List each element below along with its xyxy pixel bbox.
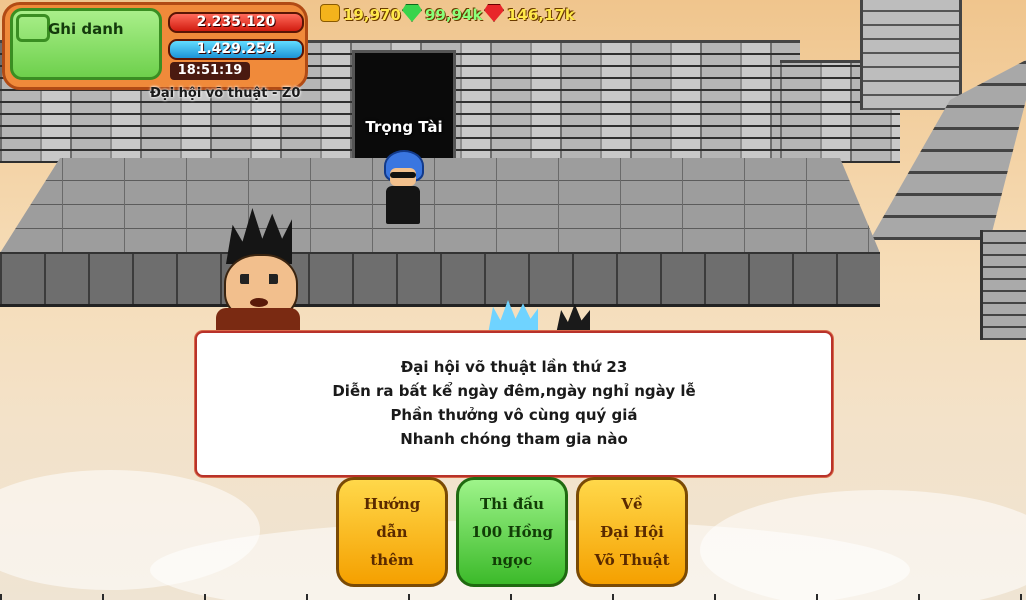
stone-tower [860,0,962,110]
stone-pillar [980,230,1026,340]
fight-button[interactable]: Thi đấu 100 Hồng ngọc [456,477,568,587]
gem-value: 99,94k [425,6,483,24]
npc-announcer[interactable] [212,208,304,333]
mp-bar: 1.429.254 [168,39,304,60]
map-name: Đại hội võ thuật - Z0 [150,86,301,101]
fight-button-label: Thi đấu 100 Hồng ngọc [470,495,554,569]
npc-eyes [240,274,278,284]
referee-character[interactable] [382,150,424,225]
ruby-counter: 146,17k [484,4,575,26]
arena-floor-edge [0,252,880,307]
hp-bar: 2.235.120 [168,12,304,33]
dialog-line: Diễn ra bất kể ngày đêm,ngày nghỉ ngày l… [332,382,696,400]
dialog-line: Nhanh chóng tham gia nào [400,430,628,448]
npc-dialog: Đại hội võ thuật lần thứ 23 Diễn ra bất … [195,331,833,477]
logo-icon [16,14,50,42]
npc-body [216,308,300,333]
return-button[interactable]: Về Đại Hội Võ Thuật [576,477,688,587]
register-label: Ghi danh [48,20,124,38]
referee-name-label: Trọng Tài [365,118,443,136]
gold-icon [320,4,340,22]
arena-floor[interactable] [0,158,880,253]
gem-counter: 99,94k [402,4,482,26]
dialog-line: Phần thưởng vô cùng quý giá [390,406,638,424]
gold-value: 19,970 [343,6,401,24]
arena-door[interactable] [352,50,456,158]
return-button-label: Về Đại Hội Võ Thuật [594,495,670,569]
dialog-text: Đại hội võ thuật lần thứ 23 Diễn ra bất … [197,355,831,451]
player-hud: Ghi danh 2.235.120 1.429.254 18:51:19 Đạ… [2,2,310,102]
guide-button-label: Hướng dẫn thêm [363,495,421,569]
ruby-icon [484,4,504,22]
gold-counter: 19,970 [320,4,401,26]
npc-mouth [250,298,268,307]
referee-body [386,186,420,224]
clock: 18:51:19 [170,62,250,80]
sunglasses-icon [390,172,416,178]
dialog-line: Đại hội võ thuật lần thứ 23 [400,358,628,376]
ruby-value: 146,17k [507,6,575,24]
player-character-dark-hair[interactable] [556,304,590,334]
bottom-ruler [0,594,1026,600]
gem-icon [402,4,422,22]
guide-button[interactable]: Hướng dẫn thêm [336,477,448,587]
